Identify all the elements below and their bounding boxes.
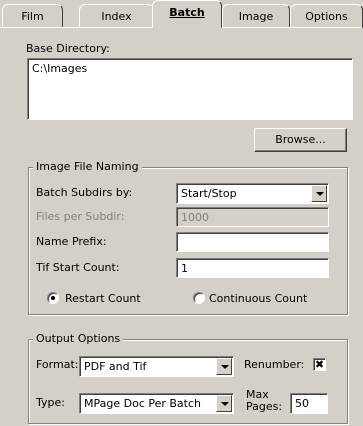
renumber-checkbox[interactable]: ✖: [313, 358, 326, 371]
continuous-count-radio[interactable]: [193, 292, 205, 304]
name-prefix-field[interactable]: [176, 232, 329, 252]
format-dropdown[interactable]: PDF and Tif: [79, 356, 234, 377]
renumber-label: Renumber:: [244, 358, 305, 371]
files-per-subdir-label: Files per Subdir:: [36, 210, 125, 223]
type-label: Type:: [36, 396, 65, 409]
tab-options-label: Options: [305, 10, 348, 23]
check-mark-icon: ✖: [314, 358, 325, 371]
max-pages-value: 50: [295, 397, 309, 410]
tab-batch-label: Batch: [169, 6, 205, 19]
base-directory-label: Base Directory:: [26, 42, 110, 55]
tif-start-count-label: Tif Start Count:: [36, 261, 120, 274]
base-directory-value: C:\Images: [32, 62, 88, 75]
chevron-down-icon[interactable]: [311, 185, 327, 202]
format-label: Format:: [36, 358, 79, 371]
output-options-legend: Output Options: [33, 332, 124, 346]
restart-count-radio[interactable]: [47, 292, 59, 304]
tab-index-label: Index: [101, 10, 132, 23]
tab-batch[interactable]: Batch: [152, 0, 222, 28]
files-per-subdir-field: 1000: [176, 207, 329, 227]
tab-index[interactable]: Index: [79, 4, 154, 28]
image-file-naming-legend: Image File Naming: [33, 160, 142, 174]
chevron-down-icon[interactable]: [216, 358, 232, 375]
max-pages-label: Max Pages:: [246, 389, 282, 413]
batch-subdirs-dropdown[interactable]: Start/Stop: [176, 183, 329, 204]
type-dropdown[interactable]: MPage Doc Per Batch: [79, 393, 234, 414]
max-pages-label-line2: Pages:: [246, 400, 283, 413]
tab-film[interactable]: Film: [2, 4, 63, 28]
files-per-subdir-value: 1000: [181, 211, 209, 224]
tab-image-label: Image: [238, 10, 274, 23]
browse-button[interactable]: Browse...: [254, 128, 347, 152]
continuous-count-label: Continuous Count: [209, 292, 308, 305]
name-prefix-label: Name Prefix:: [36, 235, 107, 248]
batch-subdirs-label: Batch Subdirs by:: [36, 186, 133, 199]
chevron-down-icon[interactable]: [216, 395, 232, 412]
tab-film-label: Film: [21, 10, 44, 23]
batch-subdirs-value: Start/Stop: [181, 187, 237, 200]
type-value: MPage Doc Per Batch: [84, 397, 202, 410]
tif-start-count-field[interactable]: 1: [176, 258, 329, 278]
tif-start-count-value: 1: [181, 262, 188, 275]
tab-image[interactable]: Image: [222, 4, 290, 28]
restart-count-label: Restart Count: [65, 292, 141, 305]
base-directory-field[interactable]: C:\Images: [27, 58, 353, 120]
tab-options[interactable]: Options: [290, 4, 363, 28]
format-value: PDF and Tif: [84, 360, 147, 373]
max-pages-field[interactable]: 50: [290, 393, 328, 414]
